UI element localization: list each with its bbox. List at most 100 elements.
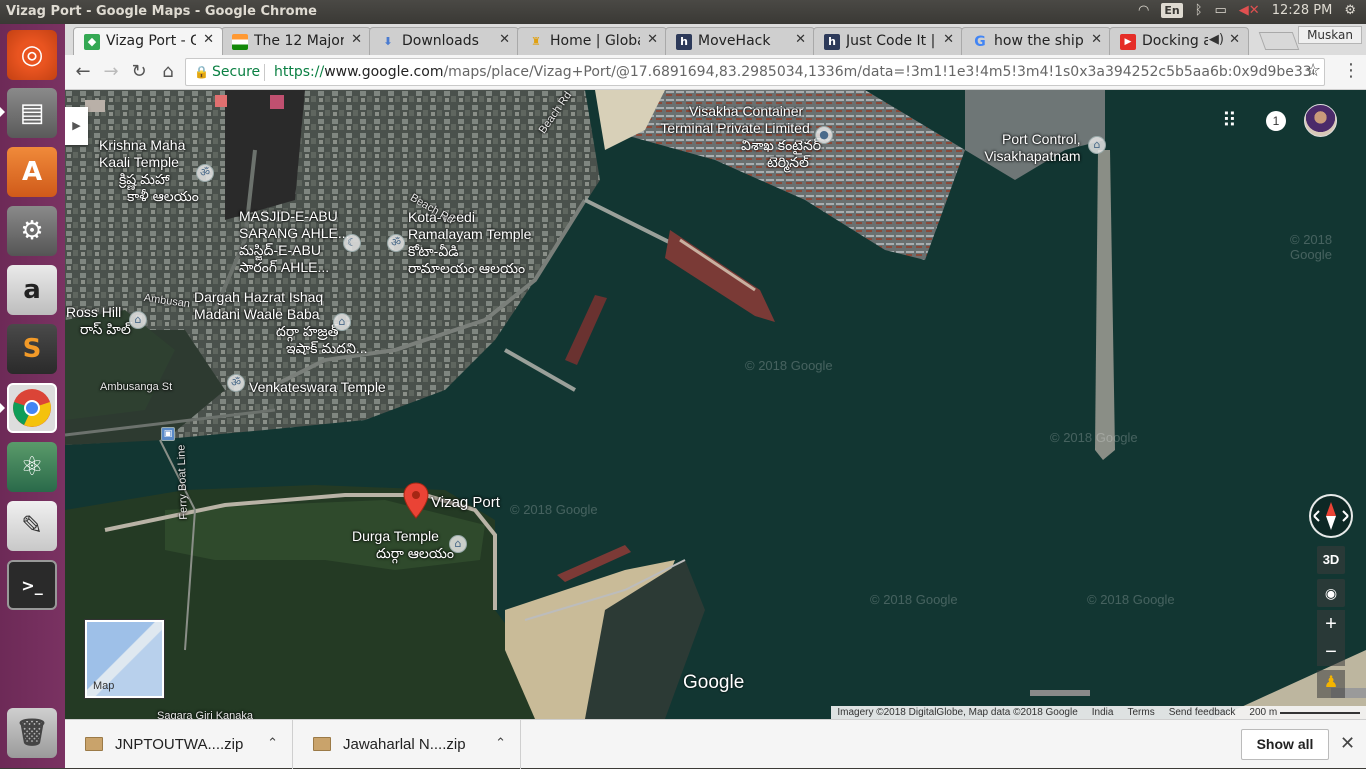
close-tab-icon[interactable]: ✕ <box>351 32 362 47</box>
place-label-visakha-container-terminal[interactable]: Visakha Container Terminal Private Limite… <box>649 103 821 171</box>
software-center-icon[interactable]: A <box>7 147 57 197</box>
my-location-icon[interactable]: ◉ <box>1317 579 1345 607</box>
show-all-downloads-button[interactable]: Show all <box>1241 729 1329 760</box>
scale-bar[interactable]: 200 m <box>1249 706 1360 719</box>
road-label-sagara-giri: Sagara Giri Kanaka <box>157 710 253 719</box>
close-tab-icon[interactable]: ✕ <box>203 32 214 47</box>
system-settings-icon[interactable]: ⚙ <box>7 206 57 256</box>
keyboard-language[interactable]: En <box>1161 3 1183 18</box>
place-marker-label[interactable]: Vizag Port <box>431 494 500 511</box>
wifi-icon[interactable]: ◠ <box>1138 3 1149 18</box>
close-shelf-icon[interactable]: ✕ <box>1340 733 1355 754</box>
chevron-up-icon[interactable]: ⌃ <box>495 735 506 751</box>
tab-just-code-it[interactable]: h Just Code It | ✕ <box>813 27 963 55</box>
place-pin-icon[interactable]: ● <box>815 126 833 144</box>
bookmark-star-icon[interactable]: ☆ <box>1305 60 1321 81</box>
temple-icon[interactable]: ॐ <box>227 374 245 392</box>
map-watermark: © 2018 Google <box>510 502 598 517</box>
place-label-durga-temple[interactable]: Durga Temple దుర్గా ఆలయం <box>352 528 454 562</box>
home-icon[interactable]: ⌂ <box>156 60 180 84</box>
zip-file-icon <box>85 737 103 751</box>
temple-icon[interactable]: ॐ <box>387 234 405 252</box>
send-feedback-link[interactable]: Send feedback <box>1169 706 1236 719</box>
3d-toggle-button[interactable]: 3D <box>1317 546 1345 574</box>
satellite-map[interactable]: © 2018 Google © 2018 Google © 2018 Googl… <box>65 90 1366 719</box>
tab-home-global[interactable]: ♜ Home | Global ✕ <box>517 27 667 55</box>
clock[interactable]: 12:28 PM <box>1272 3 1333 18</box>
close-tab-icon[interactable]: ✕ <box>499 32 510 47</box>
pegman-icon[interactable]: ♟ <box>1317 670 1345 698</box>
map-watermark: © 2018 Google <box>745 358 833 373</box>
place-label-krishna-temple[interactable]: Krishna Maha Kaali Temple క్రిష్ణ మహా కాళీ… <box>99 137 199 205</box>
place-label-port-control[interactable]: Port Control, Visakhapatnam <box>980 131 1080 165</box>
chrome-icon[interactable] <box>7 383 57 433</box>
compass-icon[interactable] <box>1309 494 1353 538</box>
place-label-masjid[interactable]: MASJID-E-ABU SARANG AHLE... మస్జిద్-E-ABU… <box>239 208 349 276</box>
government-building-icon[interactable]: ⌂ <box>1088 136 1106 154</box>
tab-how-the-ship[interactable]: G how the ship ✕ <box>961 27 1111 55</box>
profile-name-button[interactable]: Muskan <box>1298 26 1362 44</box>
text-editor-icon[interactable]: ✎ <box>7 501 57 551</box>
google-apps-grid-icon[interactable]: ⠿ <box>1222 110 1237 130</box>
dargah-icon[interactable]: ⌂ <box>333 313 351 331</box>
close-tab-icon[interactable]: ✕ <box>1229 32 1240 47</box>
system-top-panel: Vizag Port - Google Maps - Google Chrome… <box>0 0 1366 24</box>
mosque-icon[interactable]: ☾ <box>343 234 361 252</box>
zoom-out-button[interactable]: − <box>1317 638 1345 666</box>
reload-icon[interactable]: ↻ <box>127 60 151 84</box>
region-link[interactable]: India <box>1092 706 1114 719</box>
bus-stop-icon[interactable]: ▣ <box>161 427 175 441</box>
lock-icon: 🔒 <box>194 65 209 79</box>
close-tab-icon[interactable]: ✕ <box>795 32 806 47</box>
bluetooth-icon[interactable]: ᛒ <box>1195 3 1203 18</box>
notifications-badge[interactable]: 1 <box>1266 111 1286 131</box>
files-icon[interactable]: ▤ <box>7 88 57 138</box>
tab-downloads[interactable]: ⬇ Downloads ✕ <box>369 27 519 55</box>
download-filename: JNPTOUTWA....zip <box>115 736 244 753</box>
sublime-text-icon[interactable]: S <box>7 324 57 374</box>
divider <box>264 64 265 81</box>
url-text[interactable]: https://www.google.com/maps/place/Vizag+… <box>274 64 1314 80</box>
forward-arrow-icon[interactable]: → <box>99 60 123 84</box>
temple-icon[interactable]: ॐ <box>196 164 214 182</box>
address-bar[interactable]: 🔒 Secure https://www.google.com/maps/pla… <box>185 58 1325 86</box>
tab-docking[interactable]: ▶ Docking a ◀) ✕ <box>1109 27 1249 55</box>
place-marker-pin-icon[interactable] <box>403 482 429 520</box>
download-item[interactable]: Jawaharlal N....zip ⌃ <box>293 720 521 769</box>
back-arrow-icon[interactable]: ← <box>71 60 95 84</box>
download-filename: Jawaharlal N....zip <box>343 736 466 753</box>
minimap-label: Map <box>93 680 115 692</box>
battery-icon[interactable]: ▭ <box>1215 3 1227 18</box>
side-panel-toggle[interactable]: ▶ <box>65 107 88 145</box>
tab-vizag-port[interactable]: ◆ Vizag Port - Google Maps ✕ <box>73 27 223 55</box>
close-tab-icon[interactable]: ✕ <box>647 32 658 47</box>
tab-movehack[interactable]: h MoveHack ✕ <box>665 27 815 55</box>
chrome-menu-icon[interactable]: ⋮ <box>1342 60 1360 81</box>
map-watermark: © 2018 Google <box>1087 592 1175 607</box>
download-item[interactable]: JNPTOUTWA....zip ⌃ <box>65 720 293 769</box>
zoom-in-button[interactable]: + <box>1317 610 1345 638</box>
place-label-ross-hill[interactable]: Ross Hill రాస్ హిల్ <box>66 304 131 338</box>
account-avatar[interactable] <box>1304 104 1337 137</box>
terms-link[interactable]: Terms <box>1127 706 1154 719</box>
home-icon: ♜ <box>531 35 541 48</box>
sound-muted-icon[interactable]: ◀✕ <box>1239 3 1260 18</box>
temple-icon[interactable]: ⌂ <box>449 535 467 553</box>
close-tab-icon[interactable]: ✕ <box>943 32 954 47</box>
ubuntu-dash-icon[interactable]: ◎ <box>7 30 57 80</box>
church-icon[interactable]: ⌂ <box>129 311 147 329</box>
chevron-up-icon[interactable]: ⌃ <box>267 735 278 751</box>
place-label-venkateswara-temple[interactable]: Venkateswara Temple <box>249 379 386 396</box>
place-label-kota-veedi-temple[interactable]: Kota-veedi Ramalayam Temple కోటా-వీడి రామా… <box>408 209 531 277</box>
unity-launcher: ◎ ▤ A ⚙ a S ⚛ ✎ >_ 🗑 <box>0 24 65 768</box>
audio-playing-icon[interactable]: ◀) <box>1209 32 1224 47</box>
close-tab-icon[interactable]: ✕ <box>1091 32 1102 47</box>
power-gear-icon[interactable]: ⚙ <box>1344 3 1356 18</box>
atom-icon[interactable]: ⚛ <box>7 442 57 492</box>
trash-icon[interactable]: 🗑 <box>7 708 57 758</box>
tab-12-major-ports[interactable]: The 12 Major Ports ✕ <box>221 27 371 55</box>
new-tab-button[interactable] <box>1258 32 1300 50</box>
amazon-icon[interactable]: a <box>7 265 57 315</box>
terminal-icon[interactable]: >_ <box>7 560 57 610</box>
map-type-toggle[interactable]: Map <box>85 620 164 698</box>
